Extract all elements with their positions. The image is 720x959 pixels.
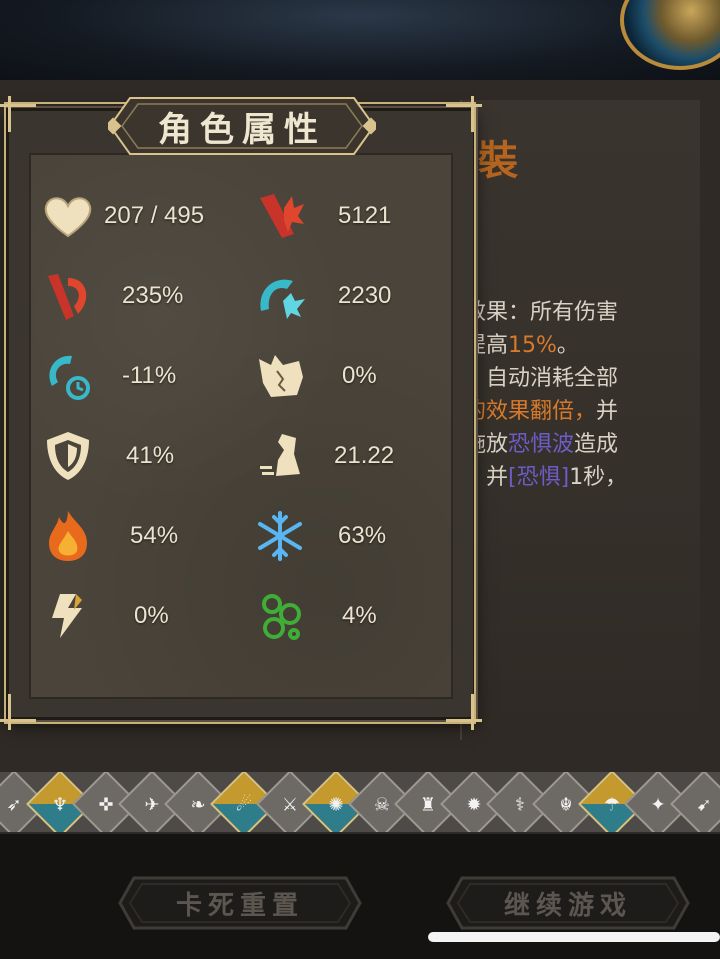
desc-text: 自动消耗全部 <box>486 366 619 391</box>
desc-highlight: 恐惧波 <box>508 432 575 457</box>
stat-cooldown: -11% <box>40 346 240 406</box>
stat-value: 41% <box>126 442 175 469</box>
stat-move-speed: 21.22 <box>252 426 452 486</box>
dodge-icon <box>252 348 308 404</box>
desc-highlight: 的效果翻倍， <box>464 399 597 424</box>
stat-value: -11% <box>122 362 177 389</box>
reset-stuck-label: 卡死重置 <box>175 890 304 921</box>
stat-value: 21.22 <box>334 442 395 469</box>
stat-ice: 63% <box>252 506 452 566</box>
stat-lightning: 0% <box>40 586 240 646</box>
desc-line-2: 提高15%。 <box>464 329 714 362</box>
desc-text: 。 <box>556 333 579 358</box>
item-description: 效果：所有伤害 提高15%。 ：自动消耗全部 的效果翻倍，并 施放恐惧波造成 ，… <box>464 296 714 494</box>
desc-line-6: ，并[恐惧]1秒， <box>464 461 714 494</box>
fire-icon <box>40 508 96 564</box>
stat-poison: 4% <box>252 586 452 646</box>
stat-skill-damage: 2230 <box>252 266 452 326</box>
skill-gem-icon[interactable]: ➹ <box>670 772 720 832</box>
move-speed-icon <box>252 428 308 484</box>
crit-damage-icon <box>40 268 96 324</box>
stat-value: 2230 <box>338 282 392 309</box>
heart-icon <box>40 188 96 244</box>
lightning-icon <box>40 588 96 644</box>
stat-value: 4% <box>342 602 377 629</box>
desc-text: 并 <box>596 399 619 424</box>
desc-text: 造成 <box>574 432 619 457</box>
stat-value: 54% <box>130 522 179 549</box>
item-title-fragment: 裝 <box>478 137 520 184</box>
desc-highlight: [恐惧] <box>508 465 570 490</box>
stat-value: 0% <box>134 602 169 629</box>
stat-value: 5121 <box>338 202 392 229</box>
desc-highlight: 15% <box>508 333 557 358</box>
snowflake-icon <box>252 508 308 564</box>
stat-attack: 5121 <box>252 186 452 246</box>
skill-damage-icon <box>252 268 308 324</box>
desc-line-5: 施放恐惧波造成 <box>464 428 714 461</box>
shield-icon <box>40 428 96 484</box>
stat-value: 235% <box>122 282 184 309</box>
stat-defense: 41% <box>40 426 240 486</box>
cooldown-icon <box>40 348 96 404</box>
stat-fire: 54% <box>40 506 240 566</box>
desc-line-1: 效果：所有伤害 <box>464 300 619 325</box>
attack-power-icon <box>252 188 308 244</box>
panel-title: 角色属性 <box>158 109 326 150</box>
home-indicator[interactable] <box>428 932 720 942</box>
top-scene <box>0 0 720 80</box>
continue-game-label: 继续游戏 <box>503 890 632 921</box>
reset-stuck-button[interactable]: 卡死重置 <box>118 876 362 930</box>
desc-text: 1秒， <box>569 465 628 490</box>
poison-icon <box>252 588 308 644</box>
stat-health: 207 / 495 <box>40 186 240 246</box>
continue-game-button[interactable]: 继续游戏 <box>446 876 690 930</box>
panel-title-plate: 角色属性 <box>108 96 376 156</box>
stat-value: 63% <box>338 522 387 549</box>
stat-dodge: 0% <box>252 346 452 406</box>
desc-line-3: ：自动消耗全部 <box>464 362 714 395</box>
stat-value: 0% <box>342 362 377 389</box>
skill-strip[interactable]: ➶ ♆ ✜ ✈ ❧ ☄ ⚔ ✺ ☠ ♜ ✹ ⚕ ☬ ☂ ✦ ➹ <box>0 770 720 834</box>
stat-value: 207 / 495 <box>104 202 205 229</box>
desc-line-4: 的效果翻倍，并 <box>464 395 714 428</box>
stat-crit: 235% <box>40 266 240 326</box>
